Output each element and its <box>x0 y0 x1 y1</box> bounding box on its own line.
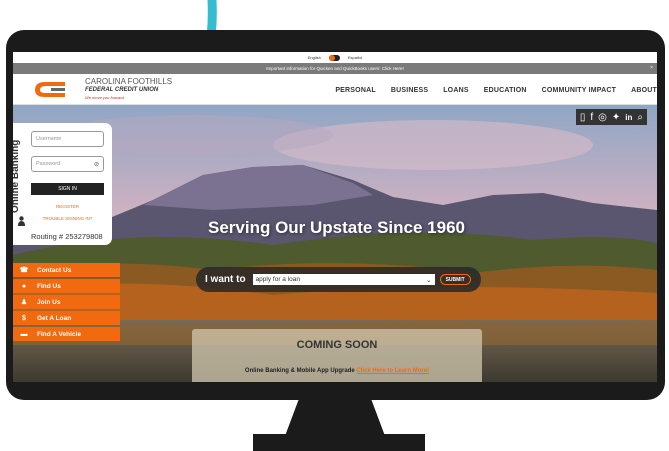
logo-icon[interactable] <box>31 80 67 99</box>
coming-soon-text: Online Banking & Mobile App Upgrade Clic… <box>192 368 482 374</box>
car-icon: ▬ <box>20 330 28 338</box>
search-icon[interactable]: ⌕ <box>637 112 643 123</box>
password-input[interactable]: Password ⊘ <box>31 156 104 172</box>
nav-education[interactable]: EDUCATION <box>484 87 527 94</box>
side-label-loan: Get A Loan <box>37 314 72 322</box>
people-icon: ♟ <box>20 299 28 306</box>
trouble-signing-in-link[interactable]: TROUBLE SIGNING IN? <box>31 216 104 221</box>
facebook-icon[interactable]: f <box>590 112 593 123</box>
monitor-stand-base <box>253 434 425 451</box>
mobile-icon[interactable]: ▯ <box>580 112 586 123</box>
hero-heading: Serving Our Upstate Since 1960 <box>208 218 465 237</box>
submit-button[interactable]: SUBMIT <box>439 274 471 285</box>
nav-personal[interactable]: PERSONAL <box>335 87 376 94</box>
coming-soon-title: COMING SOON <box>296 339 378 351</box>
twitter-icon[interactable]: ✦ <box>612 112 620 123</box>
online-banking-title: Online Banking <box>13 139 21 213</box>
username-placeholder: Username <box>36 136 62 142</box>
side-get-a-loan[interactable]: $ Get A Loan <box>13 311 120 325</box>
side-find-us[interactable]: ● Find Us <box>13 279 120 293</box>
language-toggle[interactable] <box>328 54 340 61</box>
password-placeholder: Password <box>36 161 61 167</box>
close-icon[interactable]: × <box>650 65 653 71</box>
main-nav: PERSONAL BUSINESS LOANS EDUCATION COMMUN… <box>335 87 657 94</box>
logo-tagline: We move you forward. <box>85 95 125 100</box>
side-contact-us[interactable]: ☎ Contact Us <box>13 263 120 277</box>
monitor-stand-neck <box>285 396 385 436</box>
i-want-to-label: I want to <box>205 274 246 285</box>
eye-hidden-icon[interactable]: ⊘ <box>94 161 99 168</box>
site-header: CAROLINA FOOTHILLS FEDERAL CREDIT UNION … <box>13 74 657 105</box>
info-banner-text[interactable]: Important information for Quicken and Qu… <box>266 66 404 71</box>
website-screen: English Español Important information fo… <box>13 52 657 382</box>
map-pin-icon: ● <box>21 282 27 290</box>
coming-soon-box: COMING SOON Online Banking & Mobile App … <box>192 329 482 382</box>
instagram-icon[interactable]: ◎ <box>598 112 607 123</box>
nav-loans[interactable]: LOANS <box>443 87 469 94</box>
user-icon <box>18 216 25 226</box>
linkedin-icon[interactable]: in <box>625 113 632 122</box>
i-want-to-bar: I want to apply for a loan ⌄ SUBMIT <box>196 267 481 292</box>
lang-english[interactable]: English <box>308 55 321 60</box>
chevron-down-icon: ⌄ <box>426 276 432 284</box>
side-join-us[interactable]: ♟ Join Us <box>13 295 120 309</box>
i-want-to-selected: apply for a loan <box>255 276 301 283</box>
learn-more-link[interactable]: Click Here to Learn More! <box>356 368 429 374</box>
stage: English Español Important information fo… <box>0 0 669 451</box>
info-banner[interactable]: Important information for Quicken and Qu… <box>13 63 657 74</box>
side-label-contact: Contact Us <box>37 266 72 274</box>
register-link[interactable]: REGISTER <box>31 204 104 209</box>
phone-icon: ☎ <box>19 267 29 274</box>
social-bar: ▯ f ◎ ✦ in ⌕ <box>575 109 647 125</box>
coming-soon-description: Online Banking & Mobile App Upgrade <box>244 368 355 374</box>
routing-number: Routing # 253279808 <box>31 232 103 241</box>
nav-about[interactable]: ABOUT <box>631 87 657 94</box>
language-bar: English Español <box>13 52 657 63</box>
username-input[interactable]: Username <box>31 131 104 147</box>
logo-text[interactable]: CAROLINA FOOTHILLS FEDERAL CREDIT UNION … <box>85 78 172 102</box>
side-label-find: Find Us <box>37 282 61 290</box>
side-label-join: Join Us <box>37 298 61 306</box>
side-label-vehicle: Find A Vehicle <box>37 330 81 338</box>
hand-money-icon: $ <box>22 314 26 322</box>
nav-business[interactable]: BUSINESS <box>391 87 428 94</box>
logo-name-line1: CAROLINA FOOTHILLS <box>85 77 173 86</box>
online-banking-panel: Online Banking Username Password ⊘ SIGN … <box>13 123 112 245</box>
lang-spanish[interactable]: Español <box>348 55 362 60</box>
side-find-a-vehicle[interactable]: ▬ Find A Vehicle <box>13 327 120 341</box>
logo-name-line2: FEDERAL CREDIT UNION <box>85 87 159 93</box>
i-want-to-select[interactable]: apply for a loan ⌄ <box>252 274 435 285</box>
nav-community-impact[interactable]: COMMUNITY IMPACT <box>542 87 617 94</box>
sign-in-button[interactable]: SIGN IN <box>31 183 104 195</box>
